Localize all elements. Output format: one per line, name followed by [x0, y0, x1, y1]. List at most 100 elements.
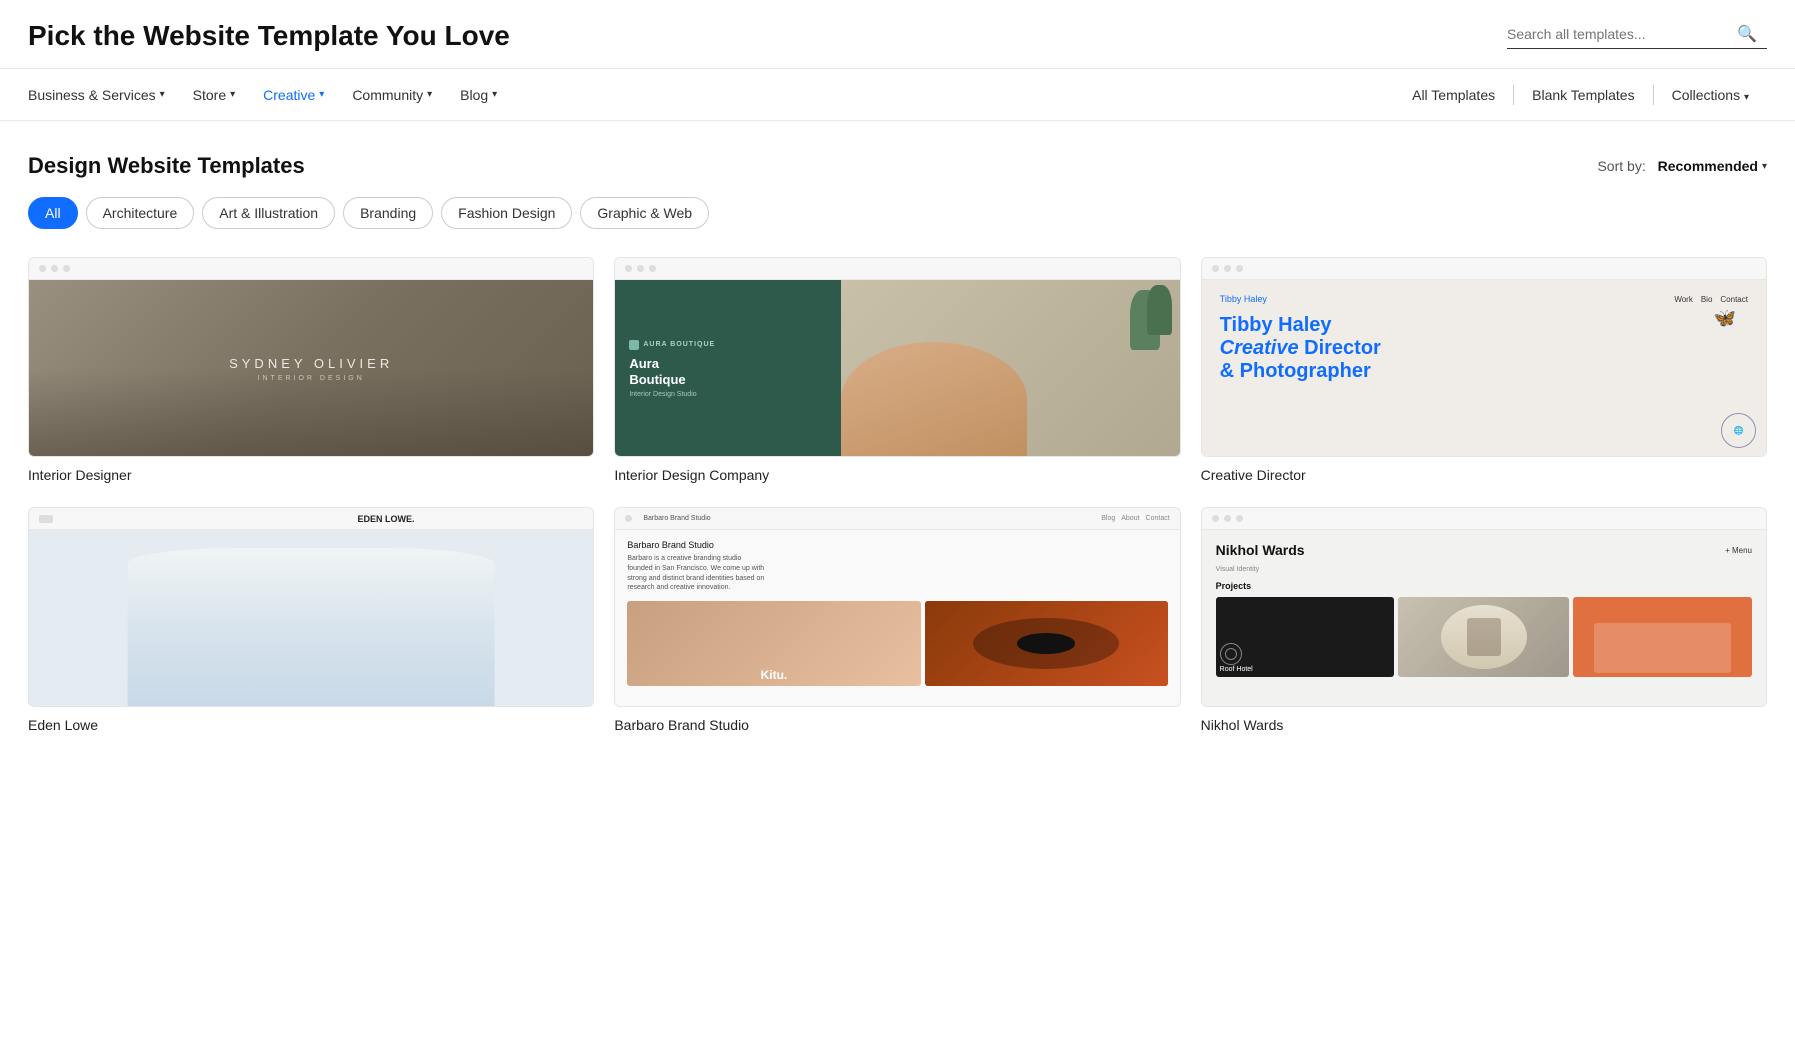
chevron-down-icon: ▾	[492, 89, 497, 100]
preview-dot	[1212, 515, 1219, 522]
template-name-5: Barbaro Brand Studio	[614, 717, 1180, 733]
preview-image-2	[925, 601, 1168, 686]
search-area: 🔍	[1507, 24, 1767, 49]
preview-dot	[39, 265, 46, 272]
preview-dot	[625, 515, 632, 522]
search-input[interactable]	[1507, 26, 1737, 42]
heading-line-2: Creative	[1220, 337, 1299, 359]
preview-nav-3: Tibby Haley Work Bio Contact	[1220, 294, 1748, 304]
preview-dot	[625, 265, 632, 272]
preview-right	[841, 280, 1180, 457]
preview-projects: Projects	[1216, 581, 1752, 591]
preview-image-1: Kitu.	[627, 601, 920, 686]
filter-branding[interactable]: Branding	[343, 197, 433, 229]
template-name-2: Interior Design Company	[614, 467, 1180, 483]
chevron-down-icon: ▾	[319, 89, 324, 100]
preview-bar-4: EDEN LOWE.	[29, 508, 593, 530]
preview-g1: Roof Hotel	[1216, 597, 1395, 677]
g1-label: Roof Hotel	[1220, 666, 1253, 673]
preview-bird: 🦋	[1714, 308, 1736, 329]
filter-art[interactable]: Art & Illustration	[202, 197, 335, 229]
section-title: Design Website Templates	[28, 153, 305, 179]
filter-architecture[interactable]: Architecture	[86, 197, 195, 229]
template-card-fashion-designer[interactable]: EDEN LOWE. Eden Lowe	[28, 507, 594, 733]
preview-body-4	[29, 530, 593, 707]
preview-dot	[1236, 515, 1243, 522]
preview-body-5: Barbaro Brand Studio Barbaro is a creati…	[615, 530, 1179, 707]
section-header: Design Website Templates Sort by: Recomm…	[28, 153, 1767, 179]
preview-tagline: Interior Design Studio	[629, 391, 696, 398]
preview-vsub: Visual Identity	[1216, 566, 1752, 573]
preview-dot	[637, 265, 644, 272]
chevron-down-icon: ▾	[160, 89, 165, 100]
preview-g3	[1573, 597, 1752, 677]
template-card-visual-identity[interactable]: Nikhol Wards + Menu Visual Identity Proj…	[1201, 507, 1767, 733]
preview-menu-icon	[39, 515, 53, 523]
preview-bar	[29, 258, 593, 280]
preview-bar-3	[1202, 258, 1766, 280]
nav-link-bio: Bio	[1701, 295, 1713, 304]
template-name-4: Eden Lowe	[28, 717, 594, 733]
template-card-interior-designer[interactable]: SYDNEY OLIVIER INTERIOR DESIGN Interior …	[28, 257, 594, 483]
preview-heading: Tibby Haley Creative Director & Photogra…	[1220, 314, 1748, 383]
page-title: Pick the Website Template You Love	[28, 20, 510, 52]
heading-line-3: Director	[1299, 337, 1381, 359]
template-name-3: Creative Director	[1201, 467, 1767, 483]
preview-menu: + Menu	[1725, 546, 1752, 555]
preview-nav-name: Tibby Haley	[1220, 294, 1267, 304]
main-nav: Business & Services ▾ Store ▾ Creative ▾…	[0, 69, 1795, 121]
preview-dot	[1224, 265, 1231, 272]
template-grid: SYDNEY OLIVIER INTERIOR DESIGN Interior …	[28, 257, 1767, 733]
preview-globe-badge: 🌐	[1721, 413, 1756, 448]
nav-item-store[interactable]: Store ▾	[193, 87, 236, 103]
template-card-branding-studio[interactable]: Barbaro Brand Studio BlogAboutContact Ba…	[614, 507, 1180, 733]
chevron-down-icon: ▾	[427, 89, 432, 100]
preview-nav-6: Nikhol Wards + Menu	[1216, 542, 1752, 558]
preview-body: SYDNEY OLIVIER INTERIOR DESIGN	[29, 280, 593, 457]
template-name-6: Nikhol Wards	[1201, 717, 1767, 733]
template-thumb-5: Barbaro Brand Studio BlogAboutContact Ba…	[614, 507, 1180, 707]
nav-blank-templates[interactable]: Blank Templates	[1514, 87, 1652, 103]
preview-dot	[51, 265, 58, 272]
sort-dropdown[interactable]: Sort by: Recommended ▾	[1597, 158, 1767, 174]
preview-body-6: Nikhol Wards + Menu Visual Identity Proj…	[1202, 530, 1766, 707]
preview-g2	[1398, 597, 1569, 677]
chevron-down-icon: ▾	[230, 89, 235, 100]
template-card-interior-design-company[interactable]: AURA BOUTIQUE AuraBoutique Interior Desi…	[614, 257, 1180, 483]
template-thumb-2: AURA BOUTIQUE AuraBoutique Interior Desi…	[614, 257, 1180, 457]
preview-dot	[63, 265, 70, 272]
preview-dot	[1236, 265, 1243, 272]
preview-dot	[1224, 515, 1231, 522]
preview-kitu: Kitu.	[757, 664, 792, 686]
nav-link-work: Work	[1674, 295, 1693, 304]
preview-bar-2	[615, 258, 1179, 280]
chevron-down-icon: ▾	[1762, 161, 1767, 172]
preview-name: AuraBoutique	[629, 356, 685, 387]
preview-studio-text: Barbaro is a creative branding studiofou…	[627, 554, 1167, 593]
template-thumb-4: EDEN LOWE.	[28, 507, 594, 707]
template-thumb-3: Tibby Haley Work Bio Contact Tibby Haley…	[1201, 257, 1767, 457]
top-header: Pick the Website Template You Love 🔍	[0, 0, 1795, 69]
preview-images: Kitu.	[627, 601, 1167, 686]
chevron-down-icon: ▾	[1744, 92, 1749, 103]
preview-dot	[649, 265, 656, 272]
nav-collections[interactable]: Collections ▾	[1654, 87, 1767, 103]
nav-all-templates[interactable]: All Templates	[1394, 87, 1513, 103]
nav-item-creative[interactable]: Creative ▾	[263, 87, 324, 103]
nav-item-business[interactable]: Business & Services ▾	[28, 87, 165, 103]
search-icon[interactable]: 🔍	[1737, 24, 1757, 44]
template-card-creative-director[interactable]: Tibby Haley Work Bio Contact Tibby Haley…	[1201, 257, 1767, 483]
preview-grid: Roof Hotel	[1216, 597, 1752, 677]
preview-logo: AURA BOUTIQUE	[629, 340, 715, 350]
nav-item-blog[interactable]: Blog ▾	[460, 87, 497, 103]
nav-item-community[interactable]: Community ▾	[352, 87, 432, 103]
filter-fashion[interactable]: Fashion Design	[441, 197, 572, 229]
filter-all[interactable]: All	[28, 197, 78, 229]
preview-bar-5: Barbaro Brand Studio BlogAboutContact	[615, 508, 1179, 530]
template-thumb-6: Nikhol Wards + Menu Visual Identity Proj…	[1201, 507, 1767, 707]
preview-nav-bar: BlogAboutContact	[1101, 515, 1169, 522]
preview-body-2: AURA BOUTIQUE AuraBoutique Interior Desi…	[615, 280, 1179, 457]
filter-graphic[interactable]: Graphic & Web	[580, 197, 709, 229]
preview-vname: Nikhol Wards	[1216, 542, 1305, 558]
preview-bar-6	[1202, 508, 1766, 530]
